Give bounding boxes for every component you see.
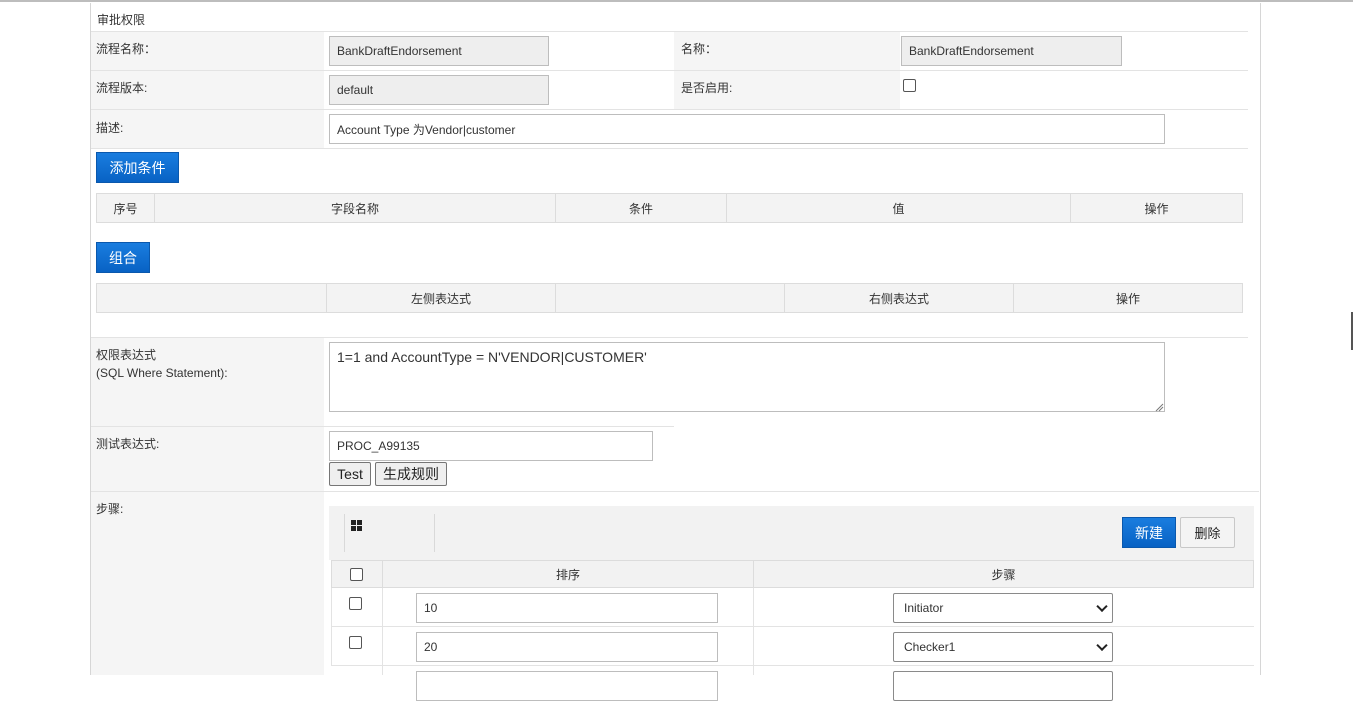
steps-toolbar [329,506,1254,560]
resize-handle-icon[interactable] [1155,401,1164,412]
col-group-action: 操作 [1115,291,1140,306]
step-select[interactable] [893,671,1113,701]
enabled-checkbox[interactable] [903,79,916,92]
col-blank-1 [97,284,327,312]
delete-step-button[interactable]: 删除 [1180,517,1235,548]
section-title: 审批权限 [97,13,146,27]
col-field-name: 字段名称 [155,194,556,222]
col-condition: 条件 [556,194,727,222]
steps-table-header: 排序 步骤 [331,560,1254,588]
permission-textarea[interactable]: 1=1 and AccountType = N'VENDOR|CUSTOMER' [329,342,1165,412]
col-order: 排序 [383,561,754,587]
name-label: 名称： [681,42,718,56]
order-input[interactable]: 10 [416,593,718,623]
select-all-checkbox[interactable] [350,568,363,581]
add-condition-button[interactable]: 添加条件 [96,152,179,183]
test-label: 测试表达式: [96,437,160,451]
col-select [332,561,383,587]
enabled-label: 是否启用: [681,81,733,95]
col-step: 步骤 [991,567,1016,582]
process-version-field[interactable]: default [329,75,549,105]
order-input[interactable]: 20 [416,632,718,662]
col-action: 操作 [1144,201,1169,216]
row-checkbox[interactable] [349,597,362,610]
conditions-table-header: 序号 字段名称 条件 值 操作 [96,193,1243,223]
steps-label: 步骤: [96,502,124,516]
description-label: 描述: [96,121,124,135]
steps-cell [91,492,324,675]
process-name-field[interactable]: BankDraftEndorsement [329,36,549,66]
permission-sublabel: (SQL Where Statement): [96,366,228,380]
chevron-down-icon [1096,639,1108,652]
test-input[interactable]: PROC_A99135 [329,431,653,461]
name-field[interactable]: BankDraftEndorsement [901,36,1122,66]
col-right-expression: 右侧表达式 [785,284,1014,312]
generate-rule-button[interactable]: 生成规则 [375,462,447,486]
top-border [0,0,1353,2]
step-select-value: Checker1 [904,640,956,654]
process-version-label: 流程版本: [96,81,148,95]
description-cell [91,110,324,148]
col-blank-2 [556,284,785,312]
group-table-header: 左侧表达式 右侧表达式 操作 [96,283,1243,313]
group-button[interactable]: 组合 [96,242,150,273]
chevron-down-icon [1096,600,1108,613]
step-select[interactable]: Initiator [893,593,1113,623]
new-step-button[interactable]: 新建 [1122,517,1176,548]
step-select[interactable]: Checker1 [893,632,1113,662]
order-input[interactable] [416,671,718,701]
col-value: 值 [727,194,1071,222]
test-button[interactable]: Test [329,462,371,486]
permission-label: 权限表达式 [96,348,157,362]
step-select-value: Initiator [904,601,944,615]
description-input[interactable]: Account Type 为Vendor|customer [329,114,1165,144]
col-left-expression: 左侧表达式 [327,284,556,312]
col-index: 序号 [97,194,155,222]
process-name-label: 流程名称： [96,42,157,56]
approval-permission-panel: 审批权限 流程名称： BankDraftEndorsement 名称： Bank… [90,3,1261,701]
row-checkbox[interactable] [349,636,362,649]
grid-icon[interactable] [351,520,363,532]
